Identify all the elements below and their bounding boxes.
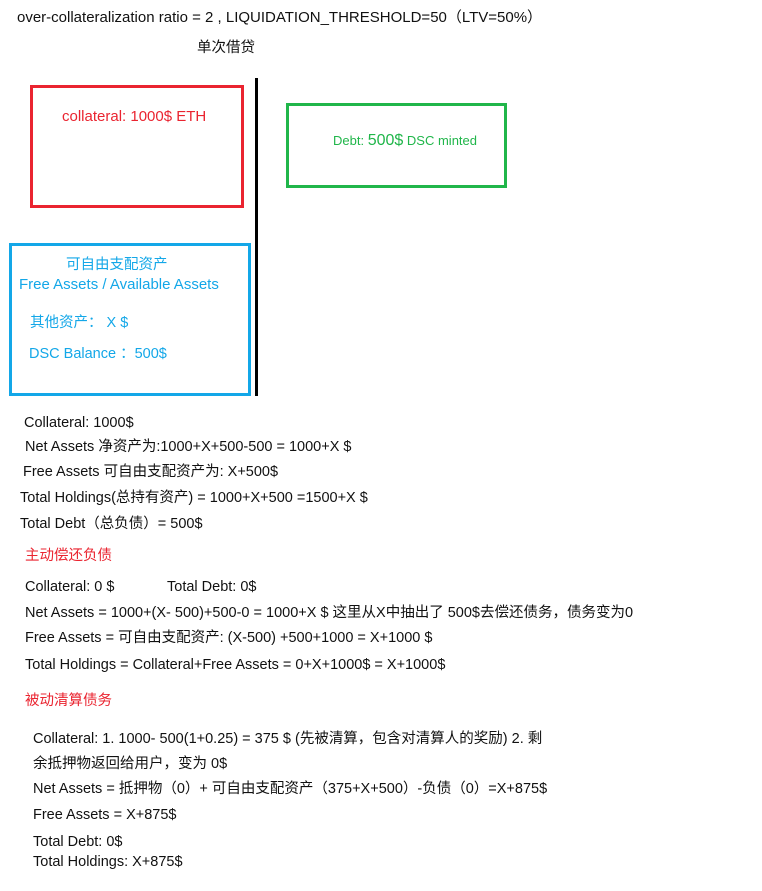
- repay-line: Free Assets = 可自由支配资产: (X-500) +500+1000…: [25, 630, 433, 646]
- collateral-label: collateral: 1000$ ETH: [62, 108, 207, 125]
- debt-suffix: DSC minted: [406, 133, 477, 148]
- debt-amount: 500$: [367, 132, 404, 149]
- repay-line: Net Assets = 1000+(X- 500)+500-0 = 1000+…: [25, 605, 634, 621]
- liquidation-line: Total Debt: 0$: [33, 834, 123, 850]
- initial-line: Total Debt（总负债）= 500$: [20, 516, 203, 532]
- liquidation-line: 余抵押物返回给用户，变为 0$: [33, 756, 228, 772]
- dsc-balance: DSC Balance ：500$: [29, 346, 167, 362]
- liquidation-line: Free Assets = X+875$: [33, 807, 177, 823]
- repay-collateral: Collateral: 0 $: [25, 579, 115, 595]
- initial-line: Collateral: 1000$: [24, 415, 134, 431]
- liquidation-line: Total Holdings: X+875$: [33, 854, 183, 870]
- page-subtitle: 单次借贷: [197, 40, 255, 56]
- repay-heading: 主动偿还负债: [25, 548, 112, 564]
- initial-line: Net Assets 净资产为:1000+X+500-500 = 1000+X …: [25, 439, 352, 455]
- initial-line: Free Assets 可自由支配资产为: X+500$: [23, 464, 279, 480]
- debt-label: Debt: 500$ DSC minted: [333, 132, 477, 150]
- repay-line: Total Holdings = Collateral+Free Assets …: [25, 657, 446, 673]
- page-title: over-collateralization ratio = 2 , LIQUI…: [17, 9, 543, 26]
- debt-prefix: Debt:: [333, 133, 365, 148]
- free-assets-title-cn: 可自由支配资产: [66, 257, 168, 273]
- liquidation-heading: 被动清算债务: [25, 693, 112, 709]
- repay-total-debt: Total Debt: 0$: [167, 579, 257, 595]
- collateral-box: [30, 85, 244, 208]
- free-assets-title-en: Free Assets / Available Assets: [19, 276, 219, 293]
- liquidation-line: Net Assets = 抵押物（0）+ 可自由支配资产（375+X+500）-…: [33, 781, 548, 797]
- divider-line: [255, 78, 258, 396]
- initial-line: Total Holdings(总持有资产) = 1000+X+500 =1500…: [20, 490, 368, 506]
- other-assets: 其他资产： X $: [30, 315, 129, 331]
- liquidation-line: Collateral: 1. 1000- 500(1+0.25) = 375 $…: [33, 731, 543, 747]
